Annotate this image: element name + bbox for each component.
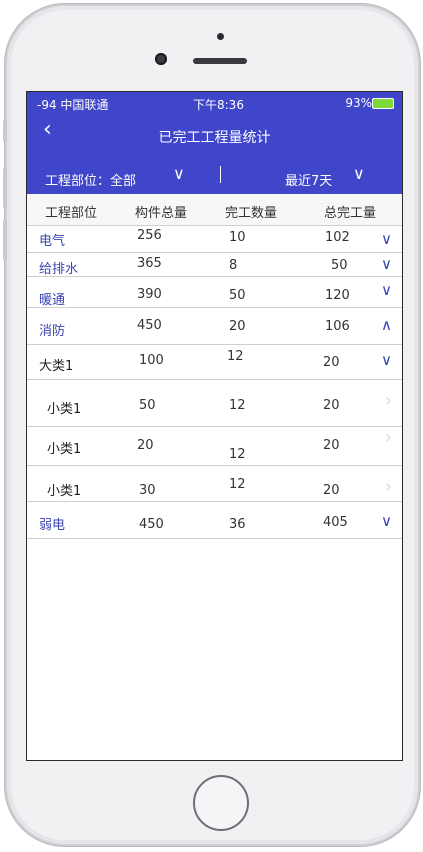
app-header: -94 中国联通 下午8:36 93% ‹ 已完工工程量统计 工程部位：全部 ∨… [27,92,402,194]
app-screen: -94 中国联通 下午8:36 93% ‹ 已完工工程量统计 工程部位：全部 ∨… [26,91,403,761]
time-text: 下午8:36 [193,98,244,112]
table-row[interactable]: 大类1 100 12 20 ∨ [27,345,402,380]
row-overall: 20 [323,355,340,370]
row-total: 390 [137,287,162,302]
page-title: 已完工工程量统计 [158,130,271,146]
table-row[interactable]: 小类1 20 12 20 › [27,427,402,466]
table-row[interactable]: 电气 256 10 102 ∨ [27,225,402,253]
range-filter[interactable]: 最近7天 [285,170,332,189]
column-header-department: 工程部位 [45,206,98,221]
row-name: 小类1 [47,484,82,499]
row-total: 30 [139,483,156,498]
chevron-right-icon[interactable]: › [385,476,392,497]
row-name: 电气 [39,234,66,249]
row-total: 256 [137,228,162,243]
home-button[interactable] [193,775,249,831]
status-bar: -94 中国联通 下午8:36 93% [27,92,402,114]
column-header-overall: 总完工量 [324,206,377,221]
row-overall: 102 [325,230,350,245]
table-header: 工程部位 构件总量 完工数量 总完工量 [27,194,402,226]
row-name: 小类1 [47,402,82,417]
row-overall: 50 [331,258,348,273]
row-total: 365 [137,256,162,271]
row-done: 36 [229,517,246,532]
column-header-total: 构件总量 [135,206,188,221]
chevron-right-icon[interactable]: › [385,427,392,448]
chevron-down-icon[interactable]: ∨ [173,164,185,183]
row-done: 12 [227,349,244,364]
volume-button [3,220,7,260]
row-done: 8 [229,258,238,273]
chevron-down-icon[interactable]: ∨ [381,230,392,248]
table-row[interactable]: 弱电 450 36 405 ∨ [27,502,402,539]
row-overall: 120 [325,288,350,303]
row-done: 12 [229,398,246,413]
department-filter[interactable]: 工程部位：全部 [45,170,136,189]
filter-divider [220,166,221,183]
row-overall: 106 [325,319,350,334]
speaker-grille [193,58,247,64]
chevron-down-icon[interactable]: ∨ [381,351,392,369]
table-row[interactable]: 小类1 50 12 20 › [27,380,402,427]
row-done: 20 [229,319,246,334]
table-row[interactable]: 给排水 365 8 50 ∨ [27,253,402,277]
row-done: 12 [229,447,246,462]
row-done: 10 [229,230,246,245]
front-sensor [217,33,224,40]
table-row[interactable]: 暖通 390 50 120 ∨ [27,277,402,308]
column-header-done: 完工数量 [225,206,278,221]
carrier-text: -94 中国联通 [37,98,109,112]
row-name: 大类1 [39,359,74,374]
chevron-right-icon[interactable]: › [385,390,392,411]
row-name: 消防 [39,324,66,339]
row-total: 50 [139,398,156,413]
camera-icon [155,53,167,65]
table-row[interactable]: 消防 450 20 106 ∧ [27,308,402,345]
battery-icon [372,98,394,109]
row-name: 小类1 [47,442,82,457]
chevron-up-icon[interactable]: ∧ [381,316,392,334]
row-overall: 20 [323,438,340,453]
chevron-down-icon[interactable]: ∨ [381,281,392,299]
row-overall: 405 [323,515,348,530]
row-done: 50 [229,288,246,303]
row-name: 给排水 [39,262,79,277]
row-name: 暖通 [39,293,66,308]
row-done: 12 [229,477,246,492]
row-total: 20 [137,438,154,453]
volume-button [3,168,7,208]
table-row[interactable]: 小类1 30 12 20 › [27,466,402,502]
filter-bar: 工程部位：全部 ∨ 最近7天 ∨ [27,158,402,194]
row-total: 100 [139,353,164,368]
chevron-down-icon[interactable]: ∨ [353,164,365,183]
chevron-down-icon[interactable]: ∨ [381,255,392,273]
row-total: 450 [139,517,164,532]
volume-button [3,120,7,142]
chevron-down-icon[interactable]: ∨ [381,512,392,530]
row-overall: 20 [323,483,340,498]
row-overall: 20 [323,398,340,413]
battery-percent: 93% [345,96,372,110]
row-name: 弱电 [39,518,66,533]
row-total: 450 [137,318,162,333]
